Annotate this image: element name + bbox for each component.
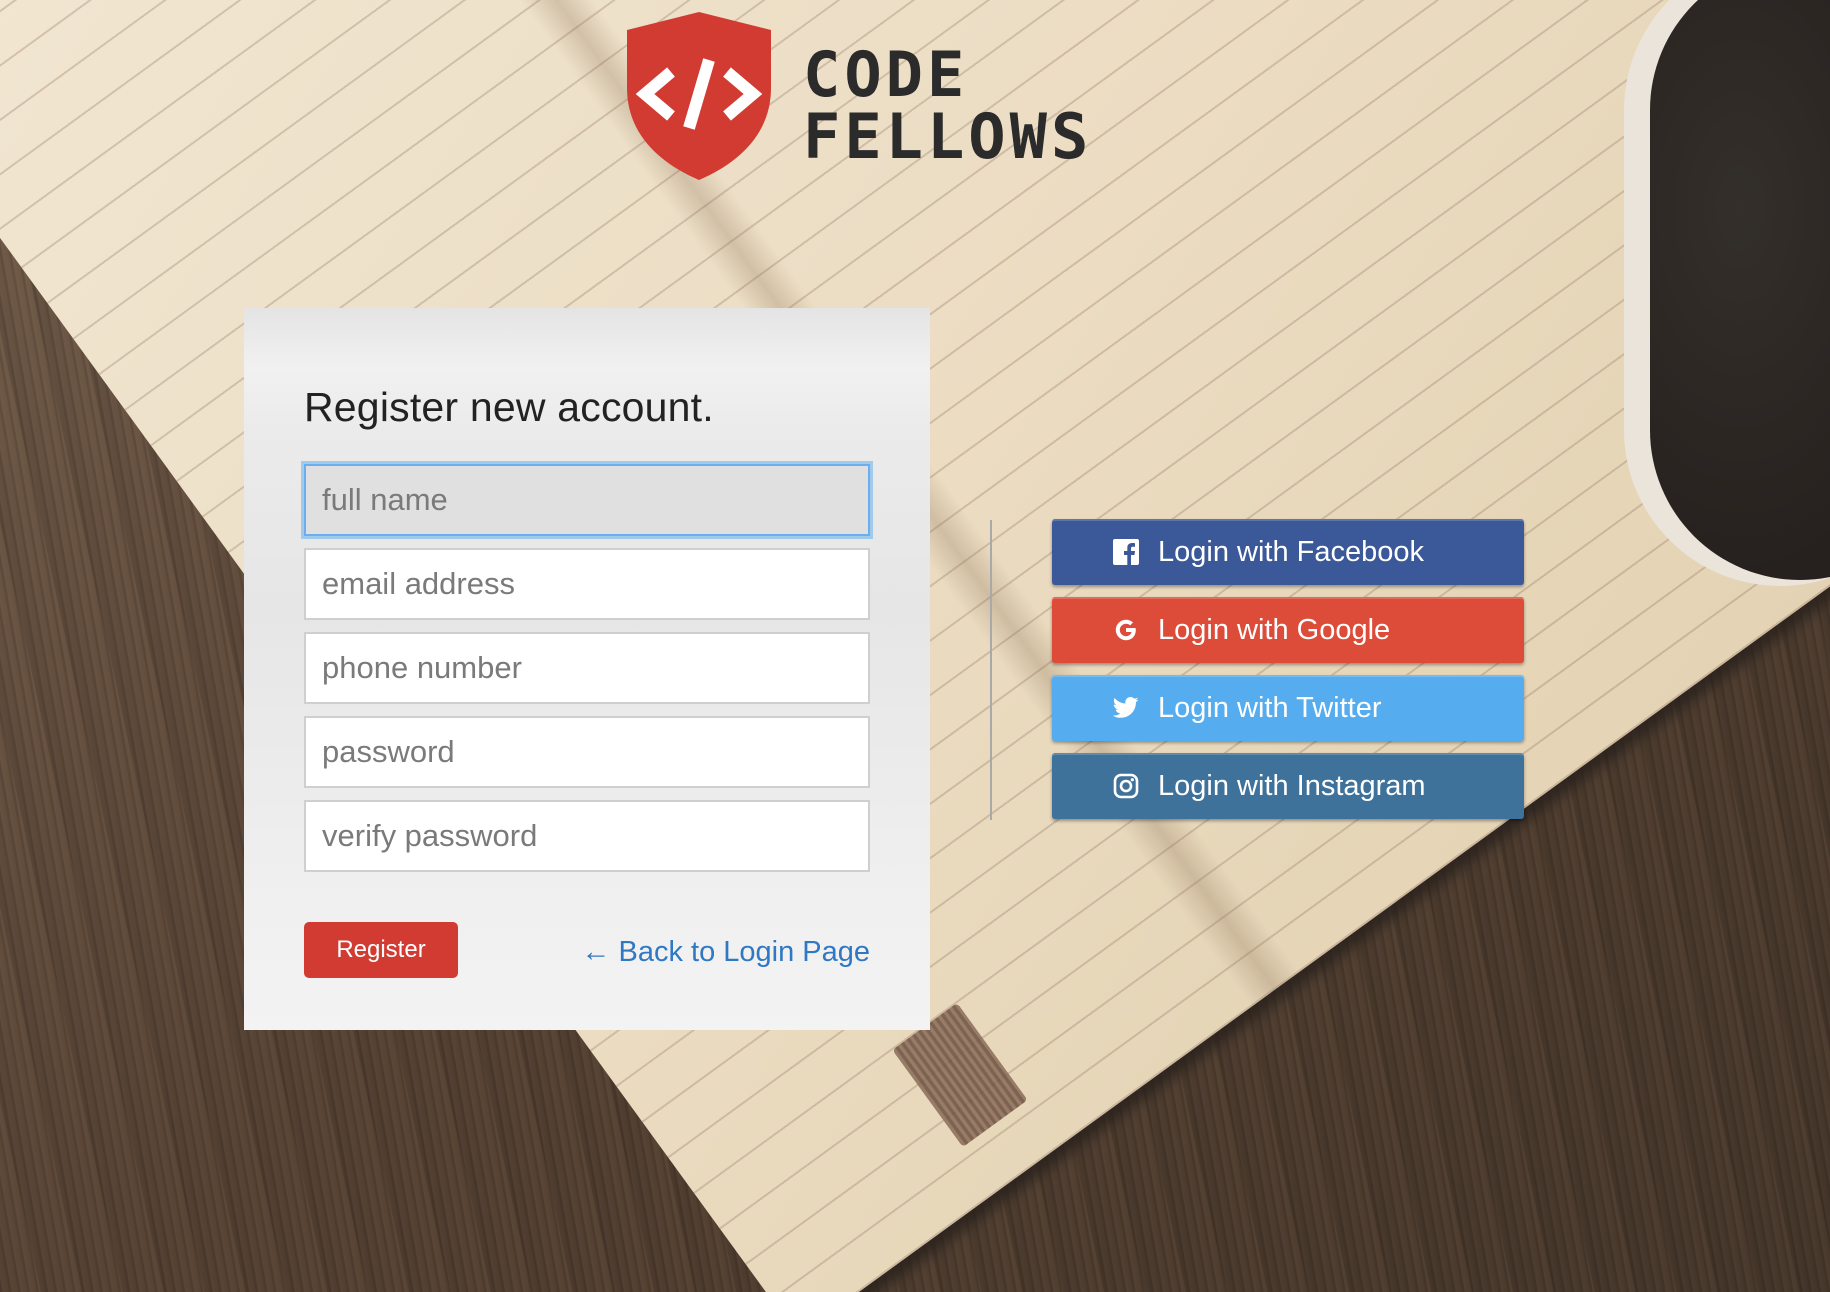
facebook-icon (1112, 538, 1140, 566)
register-button[interactable]: Register (304, 922, 458, 978)
google-login-label: Login with Google (1158, 614, 1391, 646)
twitter-login-label: Login with Twitter (1158, 692, 1382, 724)
phone-field[interactable] (304, 632, 870, 704)
google-login-button[interactable]: Login with Google (1052, 597, 1524, 663)
verify-password-field[interactable] (304, 800, 870, 872)
back-to-login-link[interactable]: ← Back to Login Page (581, 936, 870, 969)
twitter-login-button[interactable]: Login with Twitter (1052, 675, 1524, 741)
logo-line-1: CODE (803, 38, 969, 111)
password-field[interactable] (304, 716, 870, 788)
logo-wordmark: CODE FELLOWS (803, 44, 1092, 168)
code-fellows-logo: CODE FELLOWS (623, 10, 1153, 185)
register-panel: Register new account. Register ← Back to… (244, 308, 930, 1030)
full-name-field[interactable] (304, 464, 870, 536)
email-field[interactable] (304, 548, 870, 620)
logo-line-2: FELLOWS (803, 100, 1093, 173)
instagram-login-label: Login with Instagram (1158, 770, 1426, 802)
twitter-icon (1112, 694, 1140, 722)
page-title: Register new account. (304, 384, 714, 430)
facebook-login-label: Login with Facebook (1158, 536, 1424, 568)
instagram-icon (1112, 772, 1140, 800)
facebook-login-button[interactable]: Login with Facebook (1052, 519, 1524, 585)
google-icon (1112, 616, 1140, 644)
instagram-login-button[interactable]: Login with Instagram (1052, 753, 1524, 819)
vertical-divider (990, 520, 992, 820)
code-shield-icon (627, 12, 771, 180)
